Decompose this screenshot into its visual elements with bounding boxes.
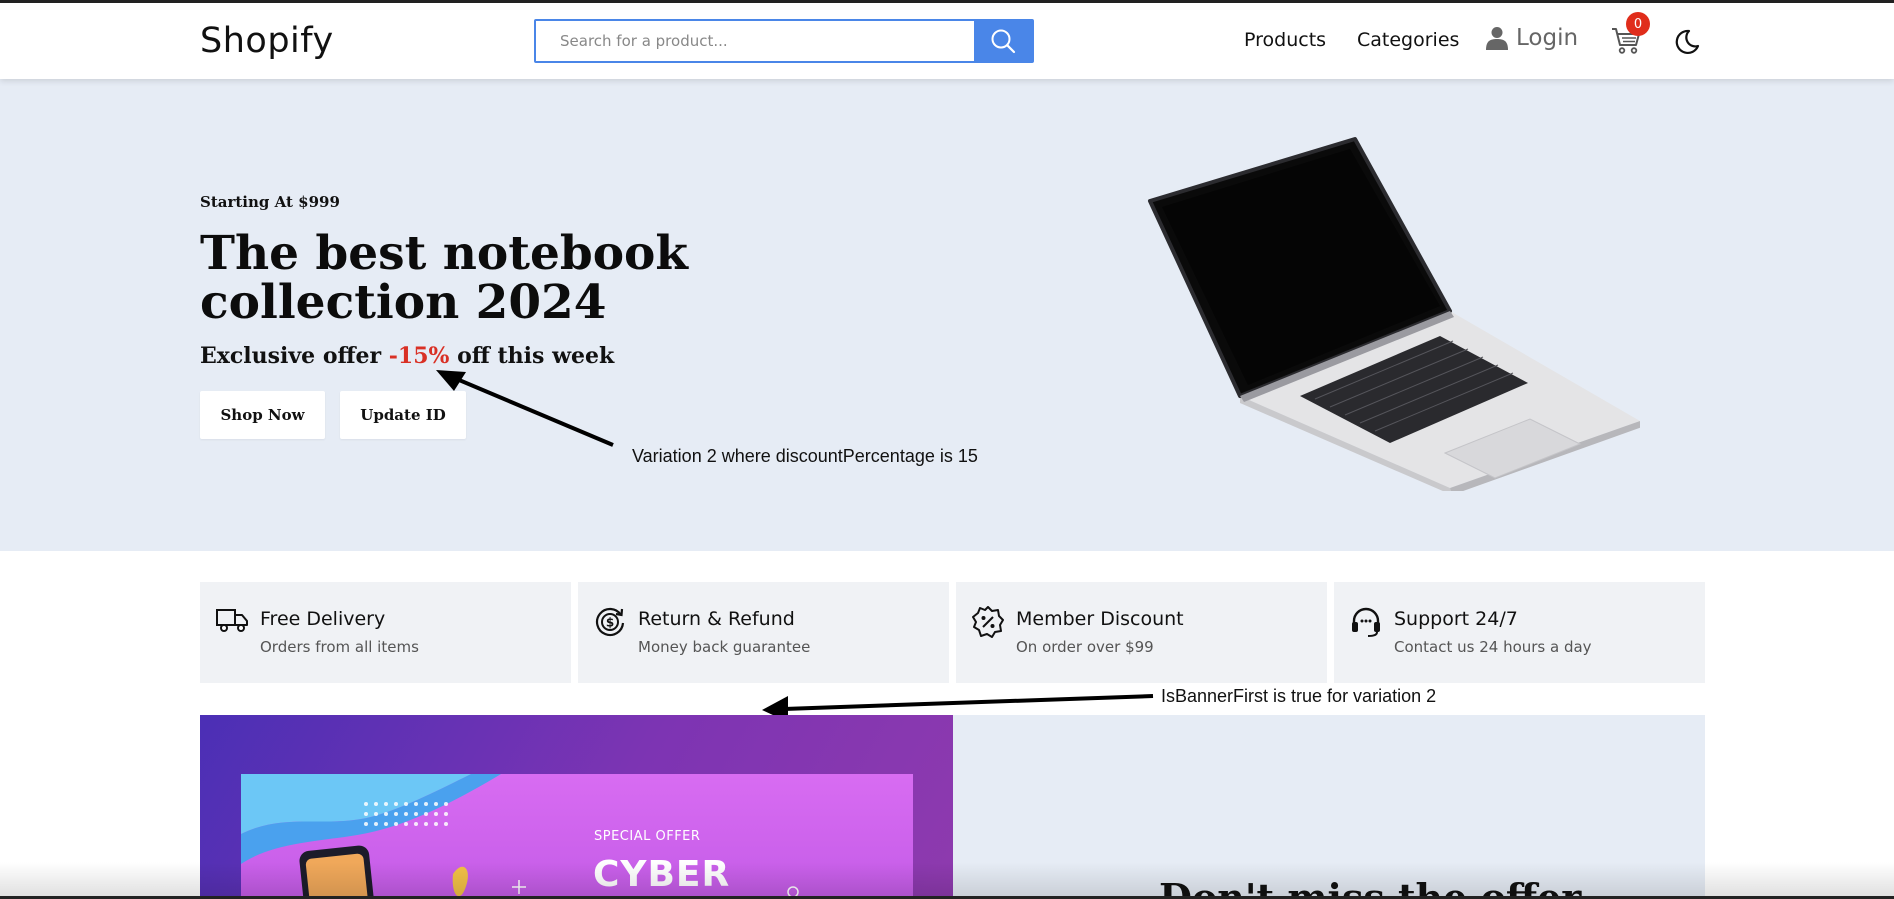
site-logo[interactable]: Shopify xyxy=(200,21,334,61)
search-button[interactable] xyxy=(974,21,1032,61)
annotation-arrow-icon xyxy=(436,370,614,447)
site-header: Shopify Products Categories Login 0 xyxy=(0,3,1894,79)
wave-decoration-icon xyxy=(241,774,799,896)
features-strip: Free Delivery Orders from all items $ Re… xyxy=(200,582,1705,683)
feature-card: Free Delivery Orders from all items xyxy=(200,582,571,683)
feature-title: Free Delivery xyxy=(260,608,386,630)
feature-card: Support 24/7 Contact us 24 hours a day xyxy=(1334,582,1705,683)
annotation-variation: Variation 2 where discountPercentage is … xyxy=(632,446,978,466)
offer-heading: Don't miss the offer xyxy=(1159,875,1581,896)
feature-subtitle: Contact us 24 hours a day xyxy=(1394,638,1592,656)
search-input[interactable] xyxy=(536,21,974,61)
cart-count-badge: 0 xyxy=(1626,12,1650,36)
feature-title: Return & Refund xyxy=(638,608,795,630)
cyber-heading: CYBER xyxy=(593,854,731,895)
feature-title: Support 24/7 xyxy=(1394,608,1518,630)
promo-card: SPECIAL OFFER CYBER xyxy=(241,774,913,896)
user-icon xyxy=(1486,27,1508,50)
search-icon xyxy=(991,29,1016,54)
truck-icon xyxy=(216,609,248,632)
cyber-promo-banner[interactable]: SPECIAL OFFER CYBER xyxy=(200,715,953,896)
hero-banner: Starting At $999 The best notebook colle… xyxy=(0,79,1894,551)
special-offer-label: SPECIAL OFFER xyxy=(594,829,701,844)
nav-products[interactable]: Products xyxy=(1244,29,1326,51)
svg-text:$: $ xyxy=(606,616,614,630)
moon-icon xyxy=(1675,29,1700,55)
nav-categories[interactable]: Categories xyxy=(1357,29,1459,51)
dollar-refund-icon: $ xyxy=(595,607,625,637)
login-label: Login xyxy=(1516,25,1579,51)
feature-card: Member Discount On order over $99 xyxy=(956,582,1327,683)
search-bar xyxy=(534,19,1034,63)
feature-title: Member Discount xyxy=(1016,608,1184,630)
hero-pretitle: Starting At $999 xyxy=(200,193,340,211)
theme-toggle-button[interactable] xyxy=(1674,29,1700,59)
discount-percentage: -15% xyxy=(388,343,450,369)
hero-offer: Exclusive offer -15% off this week xyxy=(200,343,614,369)
headset-icon xyxy=(1352,607,1380,637)
feature-subtitle: Orders from all items xyxy=(260,638,419,656)
feature-card: $ Return & Refund Money back guarantee xyxy=(578,582,949,683)
login-link[interactable]: Login xyxy=(1486,25,1578,51)
offer-banner: Don't miss the offer xyxy=(953,715,1705,896)
feature-subtitle: On order over $99 xyxy=(1016,638,1154,656)
offer-suffix: off this week xyxy=(449,343,615,369)
feature-subtitle: Money back guarantee xyxy=(638,638,811,656)
laptop-image xyxy=(1148,137,1640,491)
hero-title: The best notebook collection 2024 xyxy=(200,226,688,330)
offer-prefix: Exclusive offer xyxy=(200,343,389,369)
shop-now-button[interactable]: Shop Now xyxy=(200,391,325,439)
annotation-banner-first: IsBannerFirst is true for variation 2 xyxy=(1161,686,1437,706)
discount-badge-icon xyxy=(972,606,1004,638)
